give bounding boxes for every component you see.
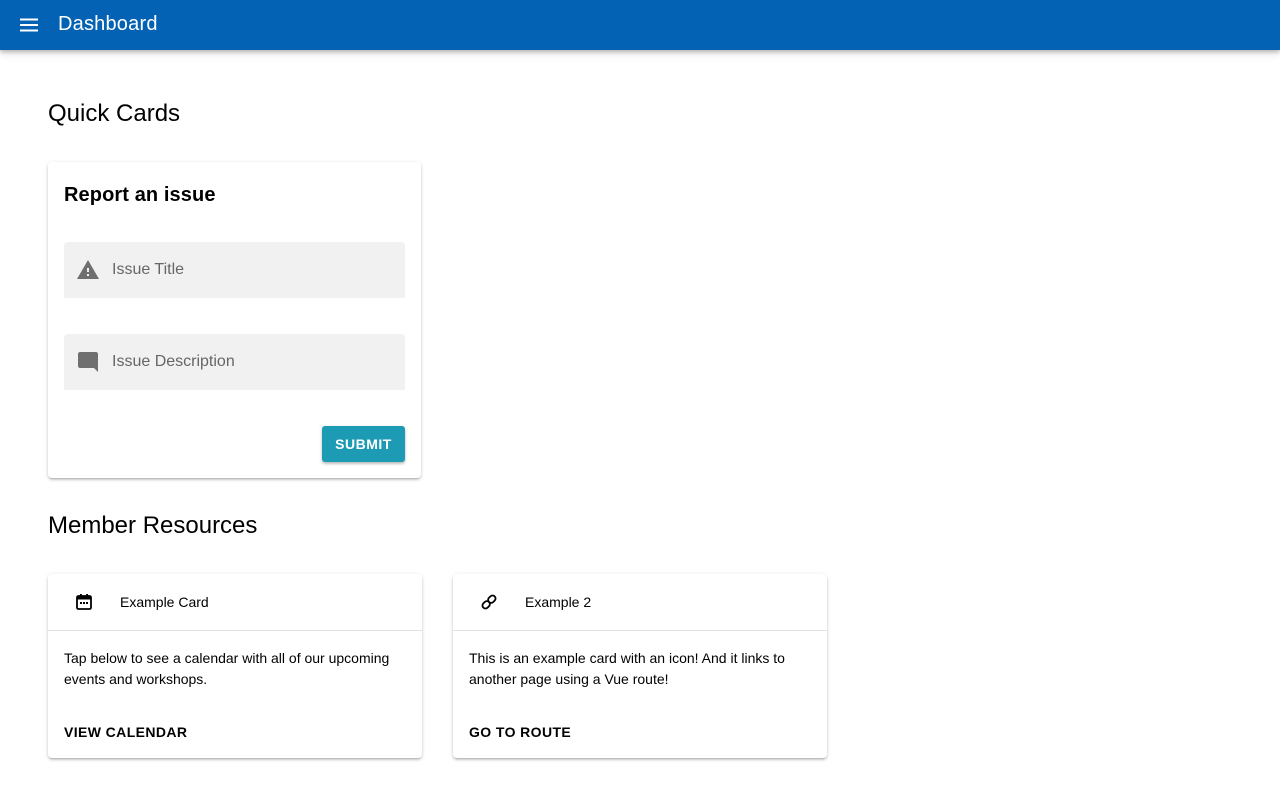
resource-card-text: This is an example card with an icon! An… <box>469 650 785 687</box>
warning-icon <box>76 258 100 282</box>
resource-card-header: Example 2 <box>453 574 827 631</box>
quick-cards-heading: Quick Cards <box>48 100 181 127</box>
app-title: Dashboard <box>58 13 158 35</box>
report-issue-card: Report an issue SUBMIT <box>48 162 421 478</box>
resource-card-calendar: Example Card Tap below to see a calendar… <box>48 574 422 758</box>
member-resources-heading: Member Resources <box>48 512 258 539</box>
issue-description-input[interactable] <box>112 334 397 390</box>
issue-title-field[interactable] <box>64 242 405 298</box>
resource-card-title: Example 2 <box>525 594 592 610</box>
calendar-icon <box>72 590 96 614</box>
comment-icon <box>76 350 100 374</box>
issue-title-input[interactable] <box>112 242 397 298</box>
resource-card-title: Example Card <box>120 594 209 610</box>
view-calendar-button[interactable]: VIEW CALENDAR <box>64 724 187 741</box>
submit-button[interactable]: SUBMIT <box>322 426 405 462</box>
resource-card-text: Tap below to see a calendar with all of … <box>64 650 390 687</box>
menu-button[interactable] <box>14 10 44 40</box>
menu-icon <box>20 18 38 32</box>
resource-card-route: Example 2 This is an example card with a… <box>453 574 827 758</box>
link-icon <box>477 590 501 614</box>
app-bar: Dashboard <box>0 0 1280 50</box>
resource-card-header: Example Card <box>48 574 422 631</box>
issue-description-field[interactable] <box>64 334 405 390</box>
go-to-route-button[interactable]: GO TO ROUTE <box>469 724 571 741</box>
report-issue-title: Report an issue <box>64 184 216 206</box>
